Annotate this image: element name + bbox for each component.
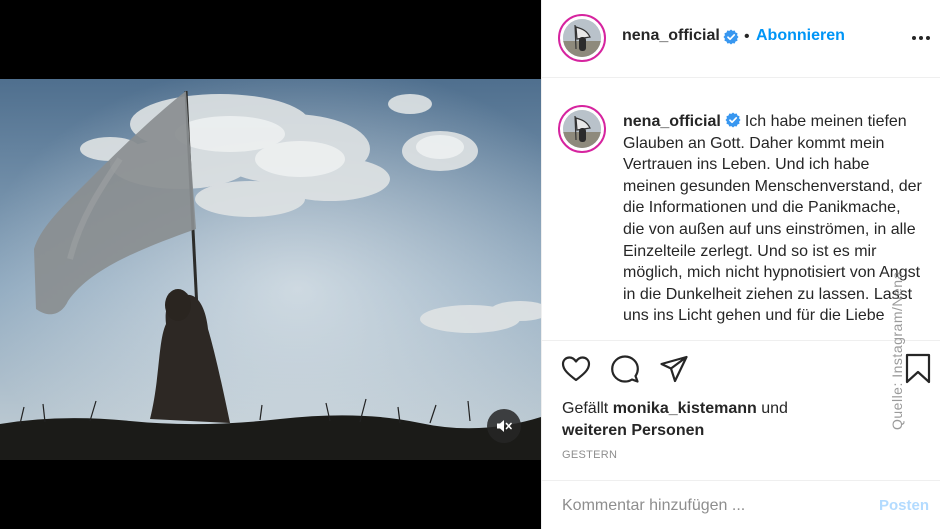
caption-username[interactable]: nena_official — [623, 113, 721, 130]
source-watermark-text: Quelle: Instagram/Nena — [889, 271, 905, 430]
comment-icon — [611, 355, 639, 383]
post-media — [0, 0, 541, 529]
post-video[interactable] — [0, 79, 541, 460]
likes-and: und — [761, 400, 788, 417]
username[interactable]: nena_official — [622, 27, 720, 45]
comment-input[interactable] — [562, 495, 862, 517]
comment-bar: Posten — [542, 480, 940, 529]
likes-others-link[interactable]: weiteren Personen — [562, 422, 704, 439]
mute-button[interactable] — [487, 409, 521, 443]
post-comment-button[interactable]: Posten — [879, 497, 929, 514]
video-frame-image — [0, 79, 541, 460]
caption-avatar[interactable] — [558, 105, 606, 153]
likes-summary: Gefällt monika_kistemann und weiteren Pe… — [562, 398, 902, 442]
paper-plane-icon — [660, 355, 688, 383]
share-button[interactable] — [657, 352, 691, 386]
speaker-muted-icon — [497, 420, 512, 432]
like-button[interactable] — [559, 352, 593, 386]
liked-by-user[interactable]: monika_kistemann — [613, 400, 757, 417]
avatar-image — [563, 19, 601, 57]
heart-icon — [561, 356, 591, 382]
follow-button[interactable]: Abonnieren — [756, 27, 845, 45]
verified-badge-icon — [723, 29, 739, 45]
comment-button[interactable] — [608, 352, 642, 386]
post-header: nena_official • Abonnieren — [542, 0, 940, 78]
save-button[interactable] — [901, 352, 935, 386]
likes-prefix: Gefällt — [562, 400, 609, 417]
post-date: GESTERN — [562, 449, 618, 461]
source-watermark: Quelle: Instagram/Nena — [873, 250, 905, 440]
bookmark-icon — [905, 353, 931, 384]
separator-dot: • — [744, 28, 750, 45]
verified-badge-icon — [725, 112, 741, 128]
avatar-image — [563, 110, 601, 148]
more-options-icon[interactable] — [910, 28, 932, 48]
avatar[interactable] — [558, 14, 606, 62]
